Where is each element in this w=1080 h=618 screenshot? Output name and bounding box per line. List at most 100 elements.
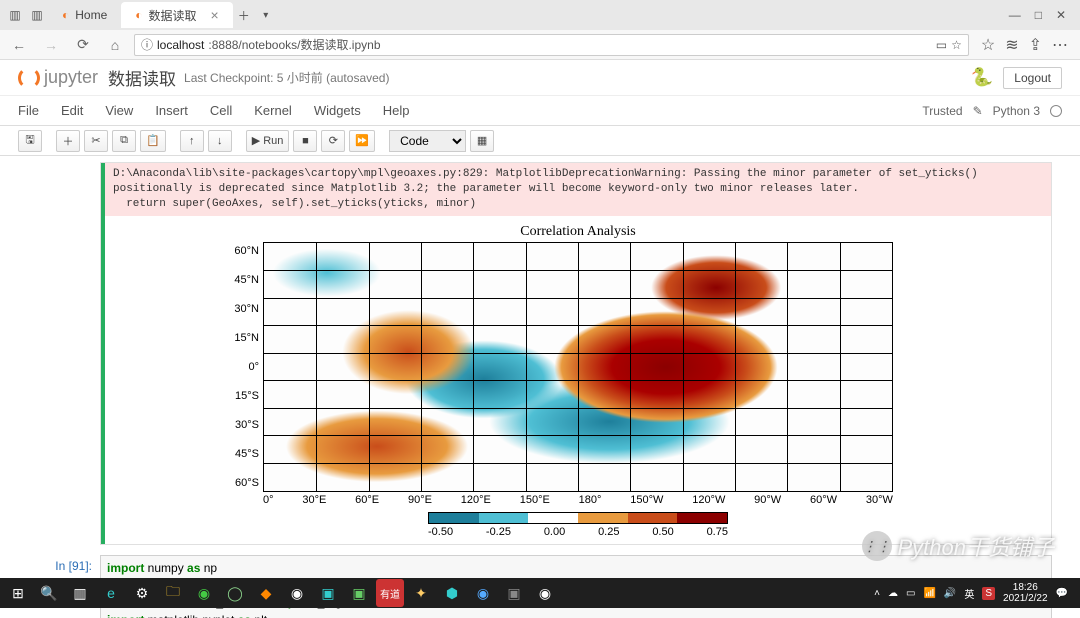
restart-run-all-button[interactable]: ⏩ (349, 130, 375, 152)
system-tray[interactable]: ˄ ☁ ▭ 📶 🔊 英 S 18:26 2021/2/22 💬 (874, 582, 1076, 604)
jupyter-header: jupyter 数据读取 Last Checkpoint: 5 小时前 (aut… (0, 60, 1080, 96)
paste-button[interactable]: 📋 (140, 130, 166, 152)
ytick-label: 45°N (221, 274, 259, 286)
clock-date: 2021/2/22 (1003, 593, 1048, 604)
colorbar-tick: 0.00 (544, 526, 565, 538)
back-button[interactable]: ← (6, 32, 32, 58)
xtick-label: 90°W (754, 494, 781, 506)
info-icon[interactable]: ⓘ (141, 36, 153, 53)
restart-button[interactable]: ⟳ (321, 130, 345, 152)
logout-button[interactable]: Logout (1003, 67, 1062, 89)
url-path: :8888/notebooks/数据读取.ipynb (208, 36, 380, 53)
new-tab-button[interactable]: ＋ (236, 7, 252, 23)
wechat-icon[interactable]: ◉ (190, 579, 218, 607)
menu-edit[interactable]: Edit (61, 103, 83, 118)
cut-button[interactable]: ✂ (84, 130, 108, 152)
home-button[interactable]: ⌂ (102, 32, 128, 58)
jupyter-logo[interactable]: jupyter (18, 67, 98, 89)
browser-icon[interactable]: ▣ (314, 579, 342, 607)
kernel-name[interactable]: Python 3 (993, 104, 1040, 118)
jupyter-icon (18, 67, 40, 89)
more-icon[interactable]: ⋯ (1052, 35, 1068, 55)
menu-file[interactable]: File (18, 103, 39, 118)
menu-kernel[interactable]: Kernel (254, 103, 292, 118)
tab-home[interactable]: ◐ Home (48, 2, 121, 28)
notification-icon[interactable]: 💬 (1056, 588, 1068, 599)
tab-label: Home (75, 8, 107, 22)
colorbar-tick: 0.25 (598, 526, 619, 538)
edit-pencil-icon[interactable]: ✎ (973, 104, 983, 118)
colorbar-tick: -0.25 (486, 526, 511, 538)
add-cell-button[interactable]: ＋ (56, 130, 80, 152)
close-tab-icon[interactable]: × (211, 7, 219, 23)
star-icon[interactable]: ☆ (951, 38, 962, 52)
colorbar-tick: 0.50 (652, 526, 673, 538)
tab-menu-icon[interactable]: ▾ (258, 7, 274, 23)
xtick-label: 150°E (520, 494, 550, 506)
menu-help[interactable]: Help (383, 103, 410, 118)
xtick-label: 120°W (692, 494, 725, 506)
tray-chevron-icon[interactable]: ˄ (874, 588, 880, 599)
ime-indicator[interactable]: 英 (964, 586, 974, 601)
refresh-button[interactable]: ⟳ (70, 32, 96, 58)
notebook-title[interactable]: 数据读取 (108, 65, 176, 90)
windows-taskbar: ⊞ 🔍 ▥ e ⚙ 🗀 ◉ ◯ ◆ ◉ ▣ ▣ 有道 ✦ ⬢ ◉ ▣ ◉ ˄ ☁… (0, 578, 1080, 608)
taskview-icon[interactable]: ▥ (66, 579, 94, 607)
run-button[interactable]: ▶ Run (246, 130, 290, 152)
app-icon[interactable]: 有道 (376, 579, 404, 607)
minimize-icon[interactable]: — (1009, 8, 1021, 22)
start-button[interactable]: ⊞ (4, 579, 32, 607)
app-icon[interactable]: ▣ (500, 579, 528, 607)
settings-icon[interactable]: ⚙ (128, 579, 156, 607)
forward-button[interactable]: → (38, 32, 64, 58)
tray-app-icon[interactable]: S (982, 587, 995, 600)
address-bar: ← → ⟳ ⌂ ⓘ localhost:8888/notebooks/数据读取.… (0, 30, 1080, 60)
share-icon[interactable]: ⇪ (1029, 35, 1042, 55)
search-icon[interactable]: 🔍 (35, 579, 63, 607)
clock[interactable]: 18:26 2021/2/22 (1003, 582, 1048, 604)
sublime-icon[interactable]: ◆ (252, 579, 280, 607)
menu-cell[interactable]: Cell (210, 103, 232, 118)
app-icon[interactable]: ◉ (469, 579, 497, 607)
pycharm-icon[interactable]: ▣ (345, 579, 373, 607)
copy-button[interactable]: ⧉ (112, 130, 136, 152)
menu-widgets[interactable]: Widgets (314, 103, 361, 118)
tab-label: 数据读取 (149, 7, 197, 24)
map-axes (263, 242, 893, 492)
maximize-icon[interactable]: □ (1035, 8, 1042, 22)
save-button[interactable]: 🖫 (18, 130, 42, 152)
app-icon[interactable]: ✦ (407, 579, 435, 607)
anaconda-icon[interactable]: ◯ (221, 579, 249, 607)
chrome-active-icon[interactable]: ◉ (531, 579, 559, 607)
stop-button[interactable]: ■ (293, 130, 317, 152)
tab-notebook[interactable]: ◐ 数据读取 × (121, 2, 232, 28)
cell-type-select[interactable]: Code (389, 130, 466, 152)
move-up-button[interactable]: ↑ (180, 130, 204, 152)
chrome-icon[interactable]: ◉ (283, 579, 311, 607)
cloud-icon[interactable]: ☁ (888, 588, 898, 599)
ytick-label: 60°S (221, 477, 259, 489)
url-input[interactable]: ⓘ localhost:8888/notebooks/数据读取.ipynb ▭ … (134, 34, 969, 56)
menu-view[interactable]: View (105, 103, 133, 118)
move-down-button[interactable]: ↓ (208, 130, 232, 152)
sound-icon[interactable]: 🔊 (944, 588, 956, 599)
wifi-icon[interactable]: 📶 (923, 588, 935, 599)
battery-icon[interactable]: ▭ (906, 588, 915, 599)
command-palette-button[interactable]: ▦ (470, 130, 494, 152)
trusted-label[interactable]: Trusted (922, 104, 962, 118)
jupyter-logotext: jupyter (44, 67, 98, 88)
browser-tab-strip: ▥ ▥ ◐ Home ◐ 数据读取 × ＋ ▾ — □ ✕ (0, 0, 1080, 30)
reader-icon[interactable]: ▭ (936, 38, 947, 52)
close-window-icon[interactable]: ✕ (1056, 8, 1066, 22)
reading-list-icon[interactable]: ≋ (1005, 35, 1018, 55)
explorer-icon[interactable]: 🗀 (159, 579, 187, 607)
colorbar-tick: 0.75 (707, 526, 728, 538)
app-icon[interactable]: ⬢ (438, 579, 466, 607)
edge-icon[interactable]: e (97, 579, 125, 607)
colorbar (428, 512, 728, 524)
xtick-label: 120°E (461, 494, 491, 506)
ytick-label: 30°N (221, 303, 259, 315)
ytick-label: 0° (221, 361, 259, 373)
menu-insert[interactable]: Insert (155, 103, 188, 118)
favorites-icon[interactable]: ☆ (981, 35, 995, 55)
